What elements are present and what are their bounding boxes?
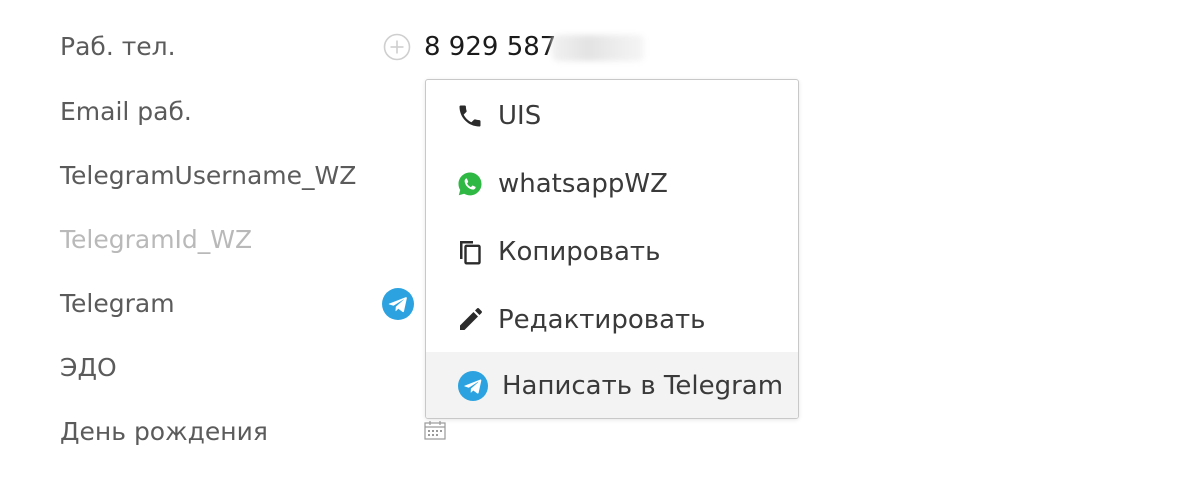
telegram-label: Telegram xyxy=(60,289,175,318)
menu-item-label: whatsappWZ xyxy=(498,169,668,199)
menu-item-label: Написать в Telegram xyxy=(502,371,784,401)
menu-item-label: Редактировать xyxy=(498,305,706,335)
phone-context-menu: UIS whatsappWZ Копировать Редактировать … xyxy=(425,79,799,419)
whatsapp-icon xyxy=(458,172,482,196)
telegram-username-label: TelegramUsername_WZ xyxy=(60,161,357,190)
telegram-id-label: TelegramId_WZ xyxy=(60,225,253,254)
menu-item-label: UIS xyxy=(498,101,542,131)
menu-item-uis[interactable]: UIS xyxy=(426,82,798,150)
phone-icon xyxy=(459,105,481,127)
telegram-icon[interactable] xyxy=(382,288,414,320)
menu-item-write-telegram[interactable]: Написать в Telegram xyxy=(426,352,798,418)
birthday-label: День рождения xyxy=(60,417,268,446)
menu-item-label: Копировать xyxy=(498,237,661,267)
work-email-label: Email раб. xyxy=(60,97,192,126)
phone-redacted-blur xyxy=(552,35,644,61)
menu-item-copy[interactable]: Копировать xyxy=(426,218,798,286)
calendar-icon[interactable] xyxy=(424,420,446,440)
telegram-icon xyxy=(458,371,488,401)
menu-item-whatsapp[interactable]: whatsappWZ xyxy=(426,150,798,218)
add-icon[interactable] xyxy=(383,33,411,61)
edo-label: ЭДО xyxy=(60,353,117,382)
work-phone-value[interactable]: 8 929 587- xyxy=(424,31,566,63)
work-phone-label: Раб. тел. xyxy=(60,32,176,61)
copy-icon xyxy=(460,241,481,265)
pencil-icon xyxy=(460,308,482,330)
menu-item-edit[interactable]: Редактировать xyxy=(426,286,798,354)
